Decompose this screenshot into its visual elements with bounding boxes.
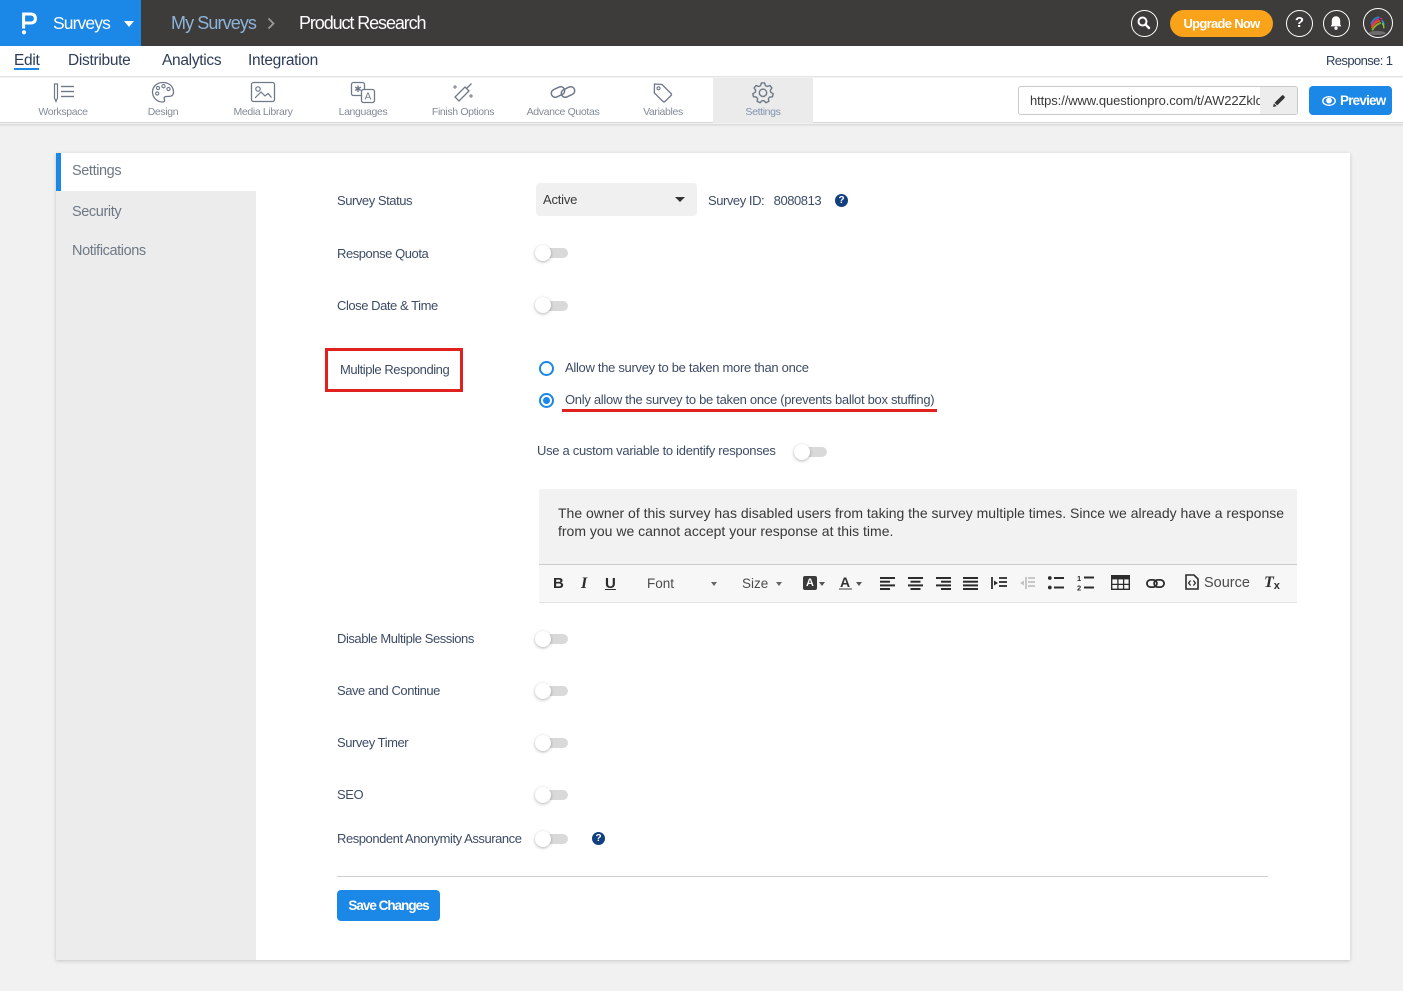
svg-text:2: 2	[1077, 583, 1081, 591]
svg-text:1: 1	[1077, 575, 1081, 583]
svg-text:A: A	[365, 92, 372, 103]
svg-text:✱: ✱	[354, 84, 362, 94]
